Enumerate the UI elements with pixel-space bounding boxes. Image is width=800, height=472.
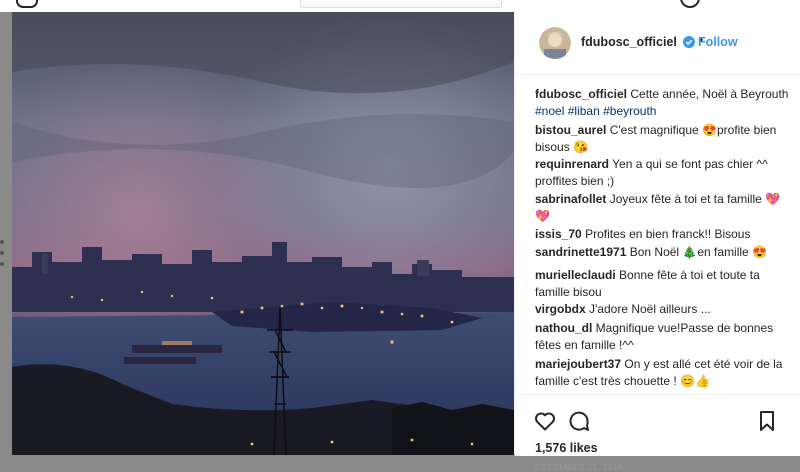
heart-icon[interactable] <box>533 409 557 433</box>
hashtag[interactable]: #liban <box>568 104 600 118</box>
post-photo[interactable] <box>12 12 514 455</box>
comment-username[interactable]: murielleclaudi <box>535 268 616 282</box>
post-author-username[interactable]: fdubosc_officiel <box>581 35 677 49</box>
comment-username[interactable]: virgobdx <box>535 302 586 316</box>
comment-username[interactable]: issis_70 <box>535 227 582 241</box>
comment-item: mariejoubert37 On y est allé cet été voi… <box>535 356 790 390</box>
top-navigation-bar <box>0 0 800 12</box>
instagram-logo-icon[interactable] <box>16 0 38 8</box>
explore-icon[interactable] <box>680 0 700 8</box>
hashtag[interactable]: #noel <box>535 104 564 118</box>
comment-username[interactable]: sabrinafollet <box>535 192 606 206</box>
post-side-panel: fdubosc_officiel • Follow fdubosc_offici… <box>514 12 800 472</box>
likes-count[interactable]: 1,576 likes <box>535 441 598 455</box>
caption: fdubosc_officiel Cette année, Noël à Bey… <box>535 86 790 120</box>
beirut-night-photo <box>12 12 514 455</box>
follow-button[interactable]: Follow <box>698 35 738 49</box>
comment-item: sabrinafollet Joyeux fête à toi et ta fa… <box>535 191 790 225</box>
carousel-dots <box>0 240 6 273</box>
search-input[interactable] <box>300 0 502 8</box>
verified-badge-icon <box>683 36 695 48</box>
bookmark-icon[interactable] <box>755 409 779 433</box>
avatar[interactable] <box>539 27 571 59</box>
comment-item: virgobdx J'adore Noël ailleurs ... <box>535 301 790 318</box>
comment-item: requinrenard Yen a qui se font pas chier… <box>535 156 790 190</box>
comment-username[interactable]: mariejoubert37 <box>535 357 621 371</box>
comment-icon[interactable] <box>567 409 591 433</box>
caption-text: Cette année, Noël à Beyrouth <box>630 87 789 101</box>
comment-text: Bon Noël 🎄en famille 😍 <box>629 245 768 259</box>
comment-item: issis_70 Profites en bien franck!! Bisou… <box>535 226 790 243</box>
post-header: fdubosc_officiel • Follow <box>515 12 800 75</box>
comment-text: J'adore Noël ailleurs ... <box>589 302 711 316</box>
post-actions: 1,576 likes DECEMBER 11, 2016 <box>515 394 800 472</box>
comment-item: sandrinette1971 Bon Noël 🎄en famille 😍 <box>535 244 790 261</box>
hashtag[interactable]: #beyrouth <box>603 104 656 118</box>
comments-list[interactable]: fdubosc_officiel Cette année, Noël à Bey… <box>515 75 800 394</box>
comment-text: Profites en bien franck!! Bisous <box>585 227 751 241</box>
comment-username[interactable]: nathou_dl <box>535 321 592 335</box>
caption-username[interactable]: fdubosc_officiel <box>535 87 627 101</box>
comment-username[interactable]: requinrenard <box>535 157 609 171</box>
comment-username[interactable]: bistou_aurel <box>535 123 606 137</box>
post-date: DECEMBER 11, 2016 <box>535 463 624 472</box>
comment-username[interactable]: sandrinette1971 <box>535 245 626 259</box>
comment-item: bistou_aurel C'est magnifique 😍profite b… <box>535 122 790 156</box>
comment-item: murielleclaudi Bonne fête à toi et toute… <box>535 267 790 301</box>
comment-item: nathou_dl Magnifique vue!Passe de bonnes… <box>535 320 790 354</box>
